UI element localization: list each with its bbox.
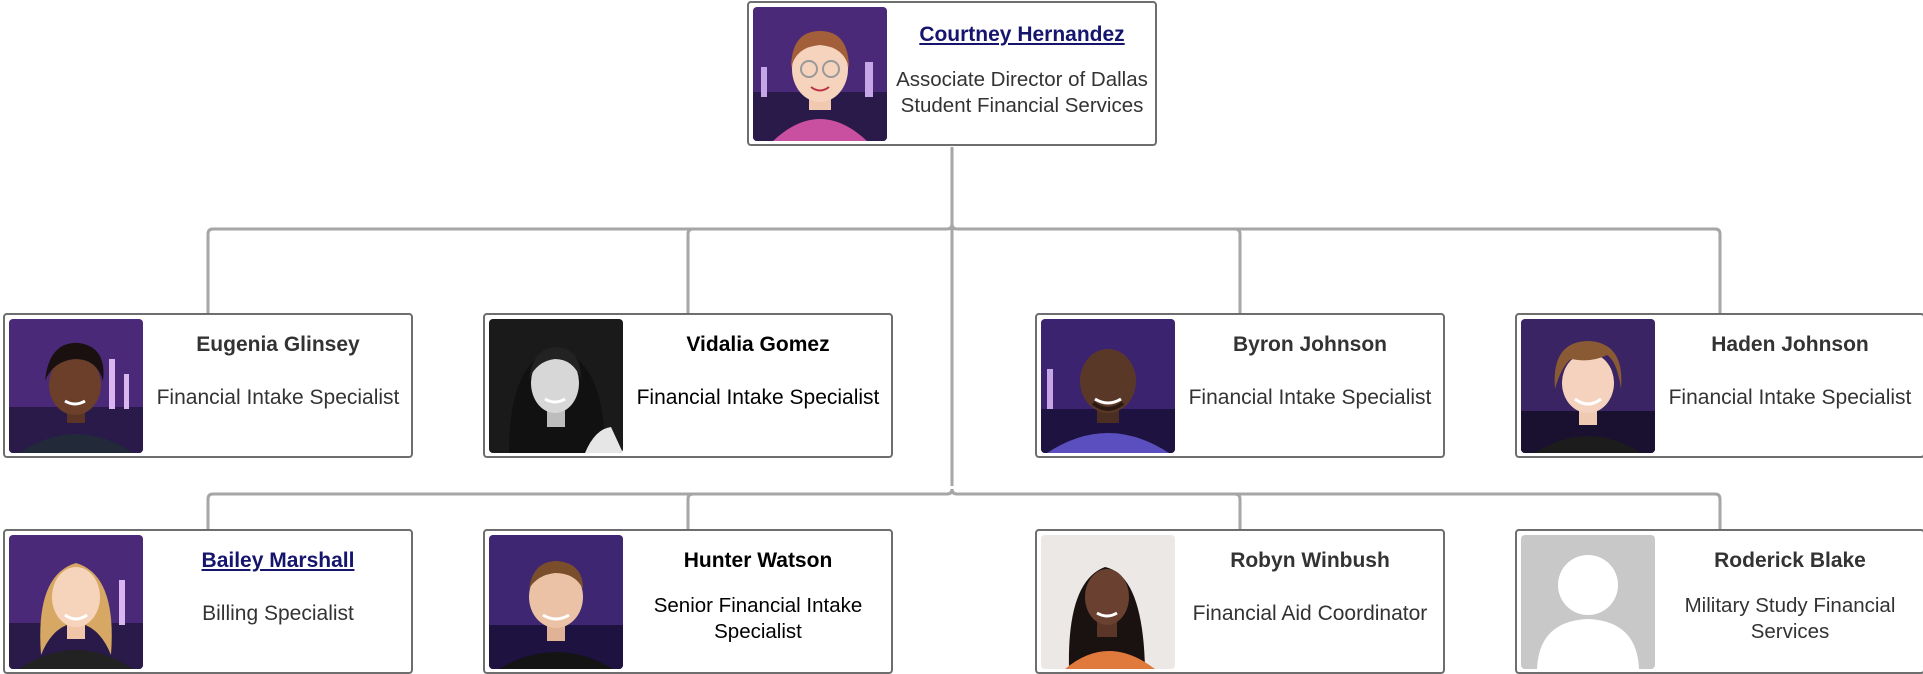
employee-name: Eugenia Glinsey bbox=[196, 333, 360, 356]
employee-title: Financial Intake Specialist bbox=[1668, 386, 1912, 409]
employee-title: Financial Intake Specialist bbox=[636, 386, 880, 409]
employee-name: Byron Johnson bbox=[1232, 333, 1387, 356]
employee-photo bbox=[489, 319, 623, 453]
employee-photo bbox=[1521, 319, 1655, 453]
employee-name: Roderick Blake bbox=[1714, 549, 1866, 572]
employee-title: Financial Intake Specialist bbox=[156, 386, 400, 409]
employee-name: Robyn Winbush bbox=[1230, 549, 1390, 572]
manager-photo bbox=[753, 7, 887, 141]
employee-title: Financial Aid Coordinator bbox=[1192, 602, 1428, 625]
employee-photo bbox=[9, 319, 143, 453]
manager-name-link[interactable]: Courtney Hernandez bbox=[893, 23, 1151, 47]
employee-card[interactable]: Haden Johnson Financial Intake Specialis… bbox=[1515, 313, 1923, 458]
employee-card[interactable]: Byron Johnson Financial Intake Specialis… bbox=[1035, 313, 1445, 458]
employee-photo bbox=[9, 535, 143, 669]
employee-name: Vidalia Gomez bbox=[686, 333, 830, 356]
employee-title: Billing Specialist bbox=[202, 602, 354, 625]
employee-title: Military Study Financial Services bbox=[1684, 594, 1896, 643]
default-avatar-icon bbox=[1521, 535, 1655, 669]
employee-card[interactable]: Eugenia Glinsey Financial Intake Special… bbox=[3, 313, 413, 458]
employee-name: Haden Johnson bbox=[1711, 333, 1869, 356]
employee-card[interactable]: Bailey Marshall Billing Specialist bbox=[3, 529, 413, 674]
employee-card[interactable]: Roderick Blake Military Study Financial … bbox=[1515, 529, 1923, 674]
employee-photo bbox=[1041, 535, 1175, 669]
manager-title: Associate Director of Dallas Student Fin… bbox=[896, 68, 1148, 117]
employee-photo bbox=[489, 535, 623, 669]
employee-photo bbox=[1041, 319, 1175, 453]
employee-name-link[interactable]: Bailey Marshall bbox=[149, 549, 407, 573]
employee-card[interactable]: Vidalia Gomez Financial Intake Specialis… bbox=[483, 313, 893, 458]
manager-card[interactable]: Courtney Hernandez Associate Director of… bbox=[747, 1, 1157, 146]
employee-title: Financial Intake Specialist bbox=[1188, 386, 1432, 409]
employee-card[interactable]: Hunter Watson Senior Financial Intake Sp… bbox=[483, 529, 893, 674]
employee-name: Hunter Watson bbox=[683, 549, 833, 572]
employee-title: Senior Financial Intake Specialist bbox=[653, 594, 863, 643]
employee-card[interactable]: Robyn Winbush Financial Aid Coordinator bbox=[1035, 529, 1445, 674]
